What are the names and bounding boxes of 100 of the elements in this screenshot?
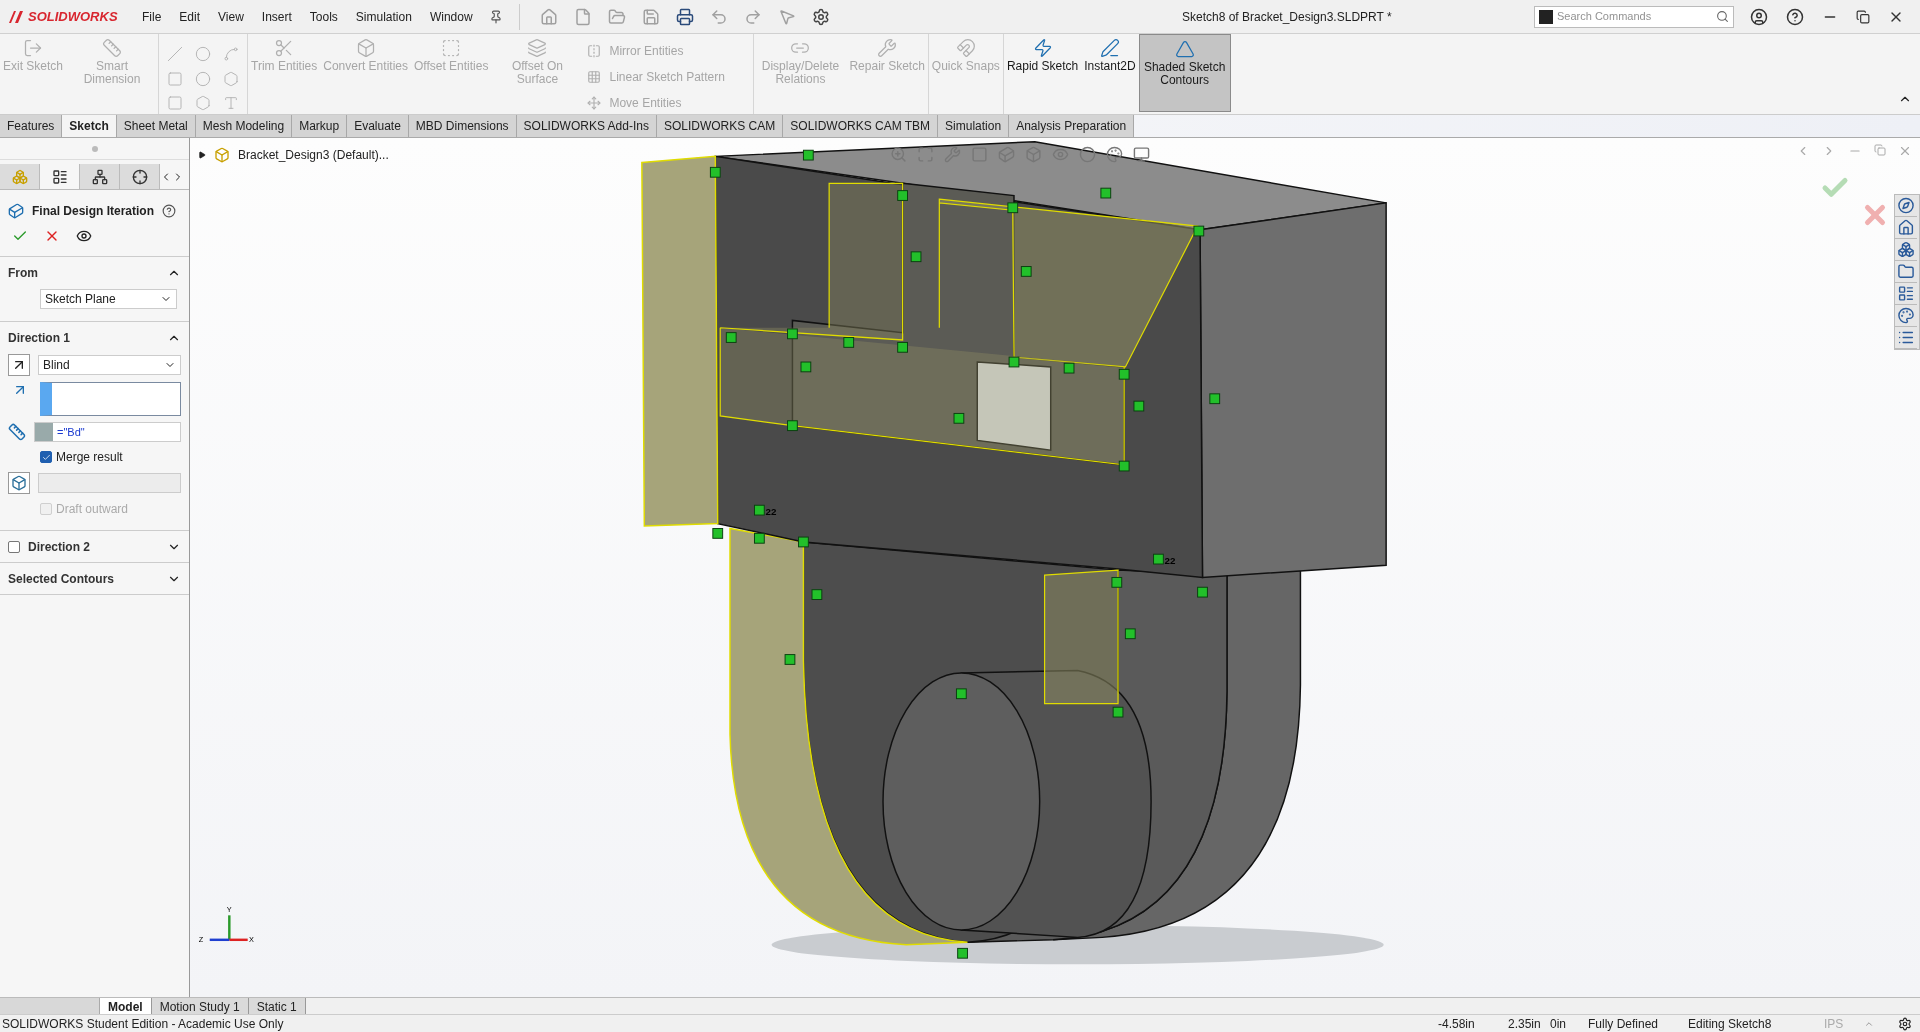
draft-angle-field[interactable]: [38, 473, 181, 493]
section-title: Direction 2: [28, 538, 90, 556]
select-icon[interactable]: [777, 7, 796, 26]
depth-icon: [8, 423, 26, 441]
tool-icon: [587, 96, 602, 110]
direction-selection-box[interactable]: [40, 382, 181, 416]
z-coordinate: 0in: [1550, 1015, 1567, 1032]
tool-icon: [355, 38, 376, 58]
view-tool-icon[interactable]: [1079, 146, 1096, 163]
check-icon: [41, 452, 51, 462]
view-tool-icon[interactable]: [1133, 146, 1150, 163]
ribbon-button[interactable]: Rapid Sketch: [1003, 34, 1082, 112]
menu-item[interactable]: Tools: [309, 7, 338, 26]
settings-icon[interactable]: [1898, 1016, 1912, 1031]
triad-icon: [209, 915, 248, 942]
tool-icon: [955, 38, 976, 58]
logo-icon: [8, 9, 24, 24]
menu-item[interactable]: Insert: [261, 7, 292, 26]
view-tool-icon[interactable]: [1106, 146, 1123, 163]
ribbon-tab[interactable]: SOLIDWORKS CAM: [656, 115, 784, 137]
tool-icon: [527, 38, 548, 58]
tool-icon: [587, 70, 602, 84]
section-title: Selected Contours: [8, 570, 115, 588]
bottom-tab[interactable]: Static 1: [248, 998, 306, 1014]
ribbon-tab[interactable]: Analysis Preparation: [1009, 115, 1135, 137]
ribbon-tab[interactable]: SOLIDWORKS CAM TBM: [783, 115, 939, 137]
menu-item[interactable]: Simulation: [355, 7, 412, 26]
undo-icon[interactable]: [709, 7, 728, 26]
section-title: Direction 1: [8, 330, 70, 347]
ribbon-tab[interactable]: Simulation: [938, 115, 1010, 137]
task-pane-icon[interactable]: [1895, 283, 1917, 305]
axis-label: X: [248, 935, 254, 945]
ribbon-tab[interactable]: Evaluate: [347, 115, 409, 137]
tree-item[interactable]: Bracket_Design3 (Default)...: [238, 146, 389, 164]
user-icon[interactable]: [1750, 7, 1768, 26]
task-pane-icon[interactable]: [1895, 261, 1917, 283]
print-icon[interactable]: [675, 7, 694, 26]
relation-label: 22: [1164, 555, 1176, 566]
start-dropdown[interactable]: Sketch Plane: [40, 289, 177, 309]
feature-title: Final Design Iteration: [32, 203, 154, 220]
ribbon-tab[interactable]: SOLIDWORKS Add-Ins: [516, 115, 657, 137]
help-icon[interactable]: [162, 204, 176, 218]
x-coordinate: -4.58in: [1438, 1015, 1476, 1032]
save-icon[interactable]: [641, 7, 660, 26]
tool-icon: [587, 44, 602, 58]
task-pane-icon[interactable]: [1895, 217, 1917, 239]
search-input[interactable]: Search Commands: [1557, 8, 1712, 25]
redo-icon[interactable]: [743, 7, 762, 26]
axis-label: Y: [226, 904, 232, 914]
manager-tab[interactable]: [80, 164, 120, 189]
property-list-icon: [51, 168, 68, 185]
search-field[interactable]: Search Commands: [1534, 5, 1734, 28]
ribbon-tab[interactable]: MBD Dimensions: [408, 115, 517, 137]
reverse-direction-button[interactable]: [8, 354, 30, 376]
y-coordinate: 2.35in: [1508, 1015, 1542, 1032]
bottom-tab[interactable]: Model: [100, 998, 152, 1014]
menu-item[interactable]: Window: [429, 7, 473, 26]
ribbon-tab[interactable]: Markup: [292, 115, 348, 137]
restore-icon[interactable]: [1856, 9, 1870, 24]
preview-icon[interactable]: [76, 228, 92, 244]
ribbon-tab[interactable]: Mesh Modeling: [195, 115, 293, 137]
bottom-tab[interactable]: Motion Study 1: [151, 998, 249, 1014]
pin-icon[interactable]: [488, 9, 503, 24]
checkbox[interactable]: [8, 540, 20, 553]
menu-item[interactable]: Edit: [179, 7, 201, 26]
draft-icon[interactable]: [8, 472, 30, 494]
checkbox[interactable]: [40, 451, 52, 463]
tool-icon: [1099, 38, 1120, 58]
tool-icon: [1174, 39, 1195, 59]
tool-icon: [1032, 38, 1053, 58]
task-pane-icon[interactable]: [1895, 305, 1917, 327]
manager-tab[interactable]: [120, 164, 160, 189]
ribbon-tab[interactable]: Sketch: [62, 115, 117, 137]
ribbon-button[interactable]: Shaded Sketch Contours: [1138, 34, 1231, 112]
help-icon[interactable]: [1786, 7, 1804, 26]
terminal-icon: [1539, 9, 1553, 24]
checkbox-label: Merge result: [56, 449, 123, 466]
window-title: Sketch8 of Bracket_Design3.SLDPRT *: [1181, 8, 1392, 26]
view-tool-icon[interactable]: [917, 146, 934, 163]
depth-field[interactable]: ="Bd": [34, 422, 181, 442]
task-pane-icon[interactable]: [1895, 195, 1917, 217]
ribbon-tab[interactable]: Features: [0, 115, 63, 137]
search-icon: [1716, 10, 1729, 23]
crosshair-icon: [131, 168, 148, 185]
menu-item[interactable]: View: [218, 7, 244, 26]
settings-icon[interactable]: [811, 7, 830, 26]
ribbon-button[interactable]: Instant2D: [1081, 34, 1139, 112]
ribbon-tab[interactable]: Sheet Metal: [116, 115, 196, 137]
home-icon[interactable]: [539, 7, 558, 26]
view-tool-icon[interactable]: [890, 146, 907, 163]
task-pane-icon[interactable]: [1895, 239, 1917, 261]
menu-item[interactable]: File: [142, 7, 162, 26]
splitter-handle[interactable]: [91, 145, 98, 152]
end-condition-dropdown[interactable]: Blind: [38, 355, 181, 375]
edit-mode: Editing Sketch8: [1688, 1015, 1773, 1032]
new-file-icon[interactable]: [573, 7, 592, 26]
expand-icon[interactable]: [198, 151, 206, 159]
part-icon: [214, 147, 230, 163]
checkbox-label: Draft outward: [56, 501, 129, 518]
open-folder-icon[interactable]: [607, 7, 626, 26]
